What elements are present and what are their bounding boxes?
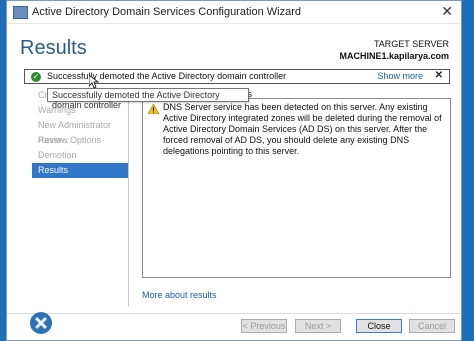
banner-close-icon[interactable]: ✕ [435, 70, 443, 81]
more-about-results-link[interactable]: More about results [142, 290, 217, 300]
page-title: Results [20, 37, 87, 59]
nav-item-results[interactable]: Results [32, 163, 128, 178]
target-server-label: TARGET SERVER [373, 39, 449, 49]
hammer-wrench-logo-icon [30, 312, 52, 334]
banner-message: Successfully demoted the Active Director… [47, 71, 287, 81]
nav-divider [128, 91, 129, 306]
tooltip-text: Successfully demoted the Active Director… [52, 90, 220, 110]
nav-item-demotion[interactable]: Demotion [32, 148, 128, 163]
tooltip: Successfully demoted the Active Director… [47, 88, 249, 110]
close-button[interactable]: Close [356, 319, 402, 333]
status-banner: ✓ Successfully demoted the Active Direct… [24, 69, 450, 84]
cancel-button[interactable]: Cancel [409, 319, 455, 333]
window-close-icon[interactable]: ✕ [441, 3, 453, 20]
nav-item-review-options[interactable]: Review Options [32, 133, 128, 148]
mouse-cursor-icon [89, 75, 99, 89]
dns-warning-message: DNS Server service has been detected on … [163, 102, 442, 156]
footer-divider [7, 313, 461, 314]
nav-item-new-admin-password[interactable]: New Administrator Passw... [32, 118, 128, 145]
wizard-window: Active Directory Domain Services Configu… [6, 0, 462, 341]
next-button[interactable]: Next > [295, 319, 341, 333]
previous-button[interactable]: < Previous [241, 319, 287, 333]
window-title: Active Directory Domain Services Configu… [32, 6, 301, 18]
title-bar: Active Directory Domain Services Configu… [7, 1, 461, 24]
server-app-icon [13, 6, 28, 19]
show-more-link[interactable]: Show more [377, 71, 423, 81]
success-check-icon: ✓ [31, 72, 41, 82]
target-server-name: MACHINE1.kapilarya.com [339, 51, 449, 61]
results-message-box: DNS Server service has been detected on … [142, 98, 451, 278]
